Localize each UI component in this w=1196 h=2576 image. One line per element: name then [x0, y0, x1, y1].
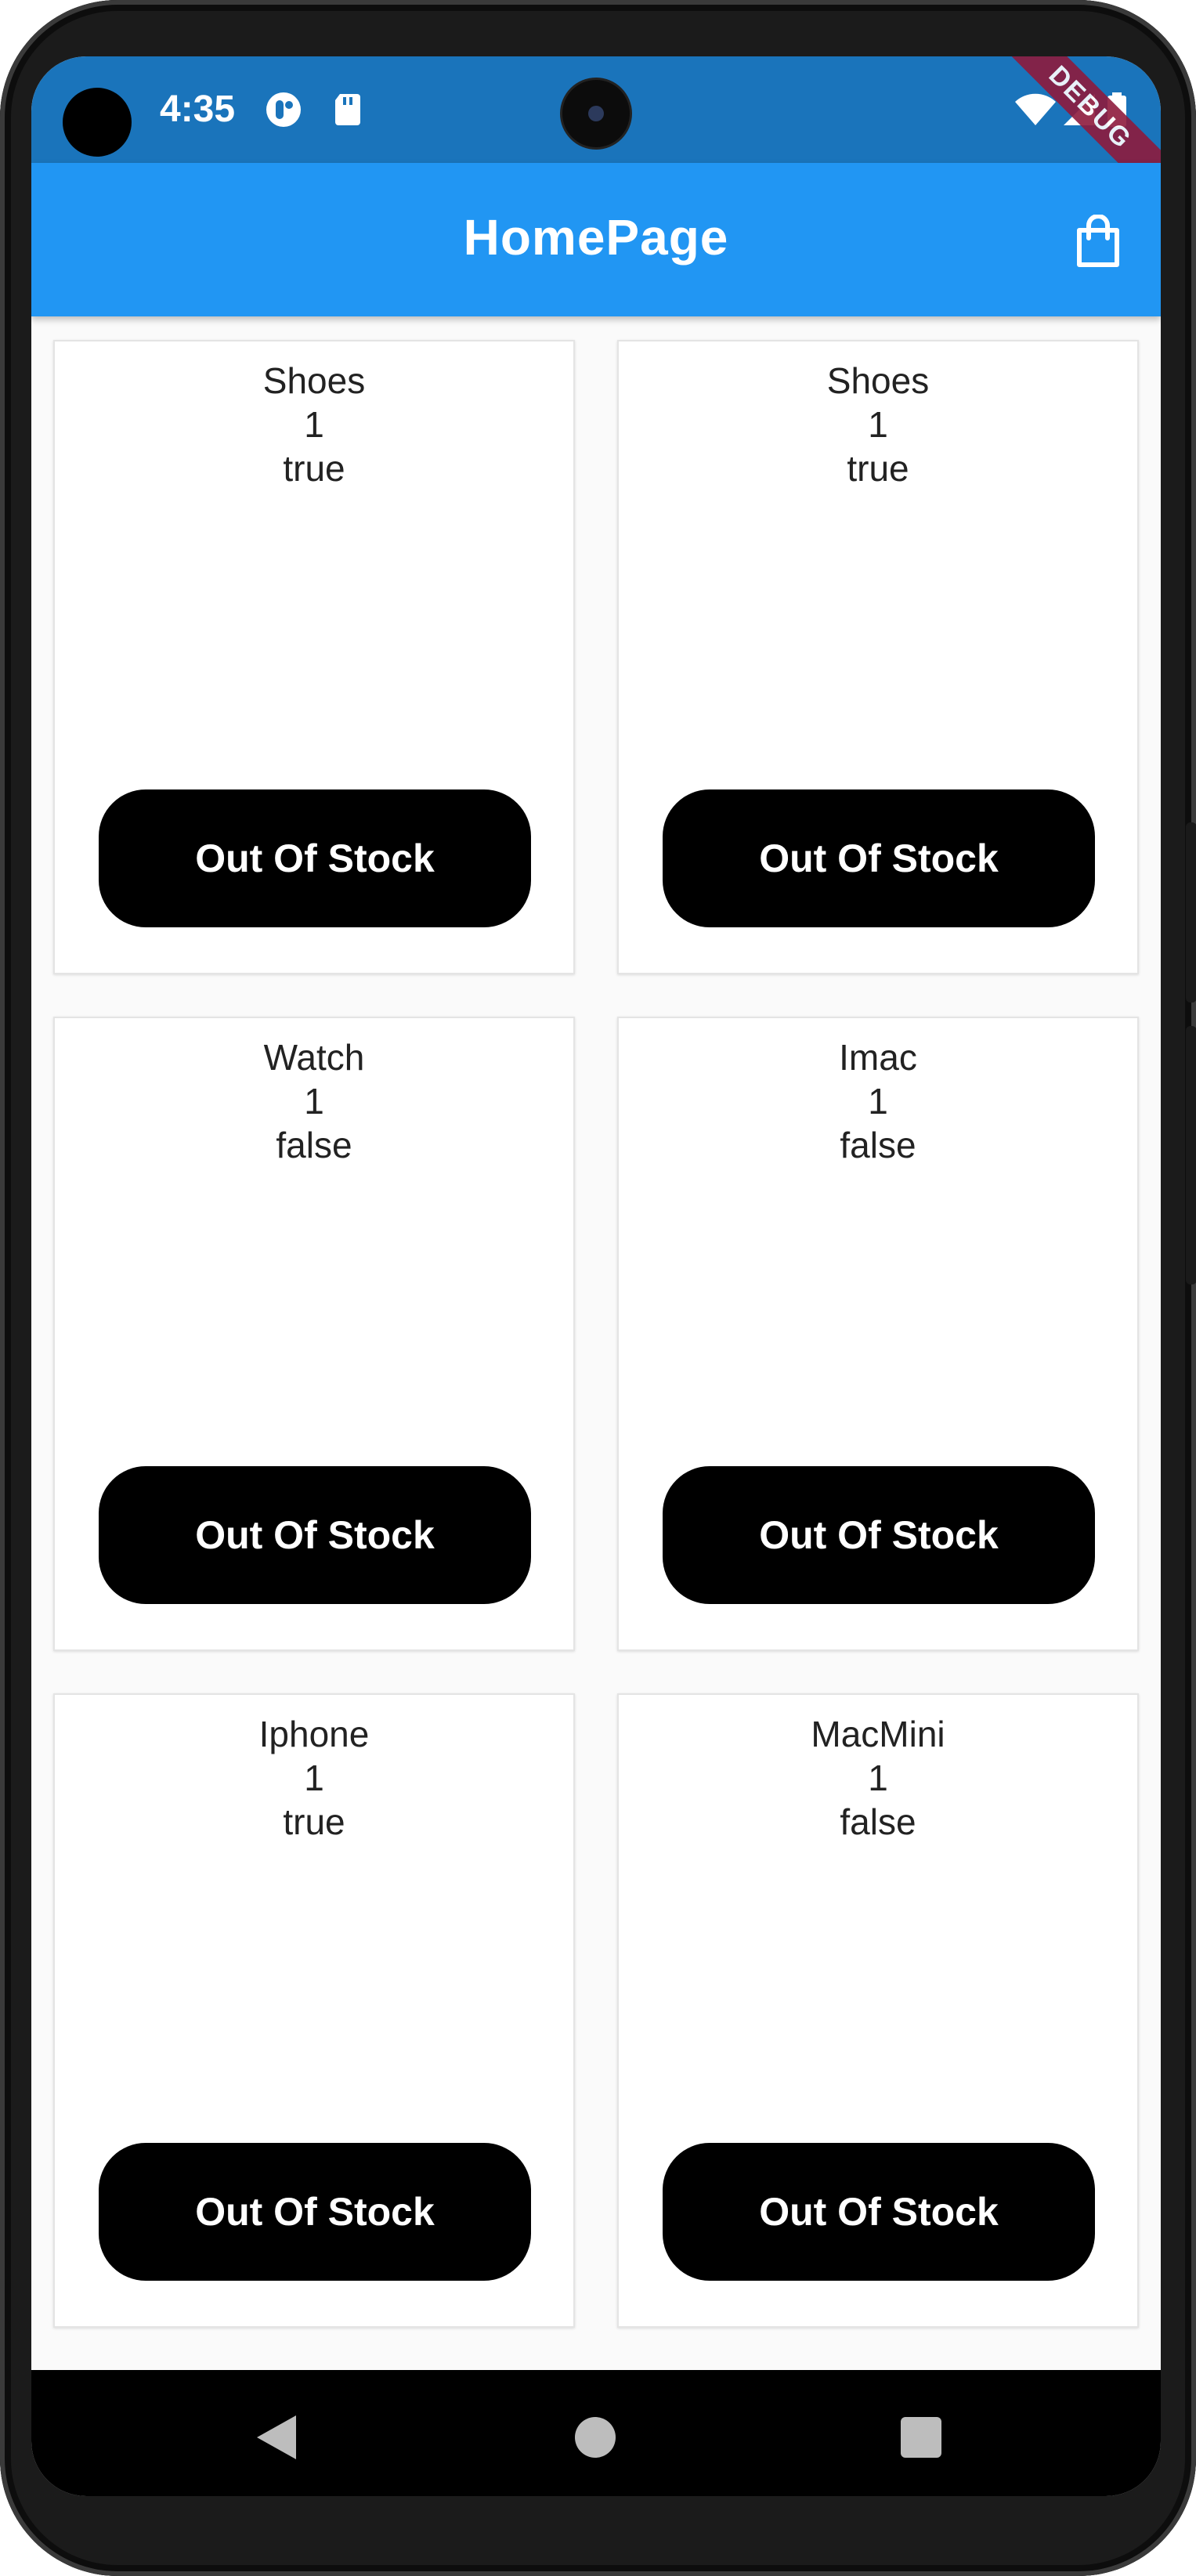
product-card: Shoes 1 true Out Of Stock	[617, 340, 1139, 974]
out-of-stock-button[interactable]: Out Of Stock	[663, 2143, 1095, 2281]
product-quantity: 1	[304, 1758, 324, 1798]
product-card: Watch 1 false Out Of Stock	[53, 1017, 575, 1651]
product-quantity: 1	[868, 404, 888, 445]
product-info: Iphone 1 true	[55, 1712, 573, 1844]
product-stock-flag: true	[847, 448, 909, 489]
screen: 4:35 DEBUG HomePage Shoes 1 true Out Of …	[31, 56, 1161, 2496]
product-name: Watch	[263, 1037, 365, 1078]
product-card: Shoes 1 true Out Of Stock	[53, 340, 575, 974]
product-info: Shoes 1 true	[55, 359, 573, 490]
product-grid: Shoes 1 true Out Of Stock Shoes 1 true O…	[53, 340, 1145, 2328]
power-button	[1186, 1026, 1196, 1284]
status-bar: 4:35 DEBUG	[31, 56, 1161, 210]
out-of-stock-button[interactable]: Out Of Stock	[99, 2143, 531, 2281]
page-title: HomePage	[463, 209, 729, 266]
product-stock-flag: true	[283, 448, 345, 489]
product-card: MacMini 1 false Out Of Stock	[617, 1693, 1139, 2328]
app-bar: HomePage	[31, 163, 1161, 316]
product-name: MacMini	[811, 1714, 945, 1754]
product-info: Imac 1 false	[619, 1035, 1137, 1167]
product-info: MacMini 1 false	[619, 1712, 1137, 1844]
camera-cutout	[63, 88, 132, 157]
product-name: Imac	[839, 1037, 917, 1078]
product-stock-flag: false	[840, 1801, 916, 1842]
product-stock-flag: false	[276, 1125, 352, 1165]
wifi-icon	[1015, 93, 1056, 125]
navigation-bar	[31, 2370, 1161, 2496]
out-of-stock-button[interactable]: Out Of Stock	[99, 1466, 531, 1604]
product-quantity: 1	[304, 404, 324, 445]
product-info: Shoes 1 true	[619, 359, 1137, 490]
product-quantity: 1	[868, 1758, 888, 1798]
product-stock-flag: false	[840, 1125, 916, 1165]
back-icon[interactable]	[257, 2415, 296, 2459]
recent-apps-icon[interactable]	[901, 2417, 941, 2458]
product-card: Imac 1 false Out Of Stock	[617, 1017, 1139, 1651]
shopping-bag-icon[interactable]	[1073, 215, 1123, 268]
out-of-stock-button[interactable]: Out Of Stock	[663, 1466, 1095, 1604]
status-time: 4:35	[160, 89, 236, 130]
front-camera	[562, 80, 630, 147]
product-name: Shoes	[262, 360, 366, 401]
product-card: Iphone 1 true Out Of Stock	[53, 1693, 575, 2328]
media-icon	[266, 92, 301, 127]
sd-card-icon	[335, 94, 360, 125]
out-of-stock-button[interactable]: Out Of Stock	[663, 789, 1095, 927]
product-name: Iphone	[258, 1714, 370, 1754]
out-of-stock-button[interactable]: Out Of Stock	[99, 789, 531, 927]
product-info: Watch 1 false	[55, 1035, 573, 1167]
product-quantity: 1	[304, 1081, 324, 1122]
product-quantity: 1	[868, 1081, 888, 1122]
product-stock-flag: true	[283, 1801, 345, 1842]
home-icon[interactable]	[575, 2417, 616, 2458]
volume-button	[1186, 822, 1196, 1003]
product-name: Shoes	[826, 360, 930, 401]
